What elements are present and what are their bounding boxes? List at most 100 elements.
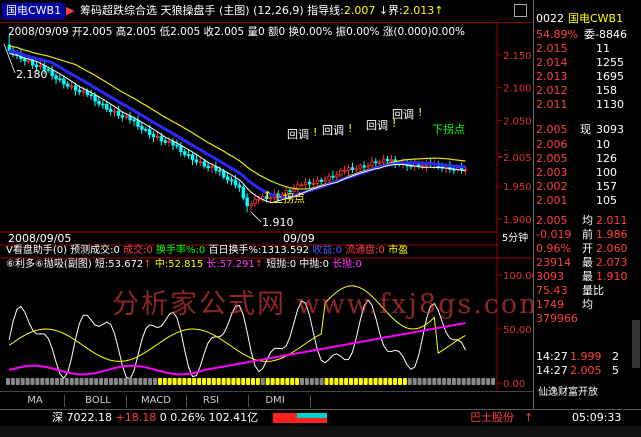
candle-body <box>194 159 199 163</box>
signal-cell <box>290 378 295 385</box>
tab-boll[interactable]: BOLL <box>78 394 118 408</box>
candle-body <box>339 169 343 176</box>
tick-price: 2.005 <box>570 364 602 377</box>
candle-body <box>206 165 210 169</box>
sub-indicator-row: ⑥利多⑥抛吸(副图) 短:53.672↑ 中:52.815 长:57.291↑ … <box>6 259 497 271</box>
signal-cell <box>182 378 187 385</box>
tab-rsi[interactable]: RSI <box>196 394 226 408</box>
candle-body <box>210 166 214 169</box>
buy-volume: 105 <box>596 194 617 207</box>
pullback-label-3: 回调 <box>366 119 388 132</box>
signal-cell <box>64 378 69 385</box>
pullback-mark-4: ! <box>418 106 422 119</box>
signal-cell <box>353 378 358 385</box>
signal-cell <box>461 378 466 385</box>
ratio-value: 54.89% <box>536 28 578 41</box>
candle-body <box>249 203 253 207</box>
stat-value: 0.96% <box>536 242 571 255</box>
footer-label: 仙逸财富开放 <box>538 387 598 398</box>
stat-value2: 2.011 <box>596 214 628 227</box>
scrollbar[interactable] <box>632 320 640 368</box>
signal-cell <box>231 378 236 385</box>
candle-body <box>81 90 86 93</box>
tab-ma[interactable]: MA <box>20 394 50 408</box>
tick-volume: 5 <box>612 364 619 377</box>
signal-cell <box>246 378 251 385</box>
stat-value: 379966 <box>536 312 578 325</box>
signal-cell <box>20 378 25 385</box>
signal-cell <box>432 378 437 385</box>
date-left: 2008/09/05 <box>8 232 71 245</box>
signal-cell <box>69 378 74 385</box>
signal-cell <box>407 378 412 385</box>
tab-separator <box>186 395 187 407</box>
buy-volume: 157 <box>596 180 617 193</box>
signal-cell <box>104 378 108 385</box>
stat-value: 23914 <box>536 256 571 269</box>
ratio-name: 委-8846 <box>584 28 627 41</box>
pe-label: 市盈 <box>388 245 409 256</box>
signal-cell <box>280 378 285 385</box>
candle-body <box>50 69 54 77</box>
signal-cell <box>349 378 353 385</box>
return-label: 收益:0 <box>312 245 342 256</box>
candle-body <box>89 94 93 96</box>
sell-volume: 11 <box>596 42 610 55</box>
candle-body <box>362 165 366 168</box>
tab-separator <box>64 395 65 407</box>
candle-body <box>233 179 238 186</box>
signal-cell <box>172 378 177 385</box>
candle-body <box>354 168 359 171</box>
scroll-stock-name[interactable]: 巴士股份 <box>470 410 514 426</box>
signal-cell <box>138 378 143 385</box>
signal-cell <box>25 378 30 385</box>
signal-cell <box>10 378 15 385</box>
short-value: 短:53.672 <box>94 259 144 270</box>
signal-cell <box>344 378 349 385</box>
period-label[interactable]: 5分钟 <box>497 232 533 245</box>
stat-value: 3093 <box>536 270 564 283</box>
stat-value: 2.005 <box>536 214 568 227</box>
candle-body <box>30 60 35 66</box>
float-label: 流通盘:0 <box>345 245 385 256</box>
index-value: 7022.18 <box>66 411 113 424</box>
low-price-label: 1.910 <box>262 216 294 229</box>
candle-body <box>389 159 394 162</box>
chart-area[interactable]: 2.1502.1002.0502.0001.9501.900 2.005 2.1… <box>0 0 533 391</box>
candle-body <box>198 161 203 164</box>
sell-price: 2.015 <box>536 42 568 55</box>
candle-body <box>66 83 70 87</box>
candle-body <box>307 181 312 185</box>
signal-cell <box>456 378 461 385</box>
turnover-label: 换手率%:0 <box>156 245 206 256</box>
tab-macd[interactable]: MACD <box>136 394 176 408</box>
signal-cell <box>270 378 275 385</box>
signal-cell <box>368 378 373 385</box>
signal-cell <box>128 378 133 385</box>
up-turn-label: 上拐点 <box>272 191 305 205</box>
signal-cell <box>388 378 393 385</box>
candle-body <box>229 179 234 182</box>
sell-price: 2.014 <box>536 56 568 69</box>
signal-cell <box>383 378 388 385</box>
stock-terminal-window: { "header": { "stock_tab": "国电CWB1", "ar… <box>0 0 641 437</box>
sub-indicator-title: ⑥利多⑥抛吸(副图) <box>6 259 92 270</box>
candle-body <box>222 170 226 178</box>
tab-separator <box>248 395 249 407</box>
signal-cell <box>285 378 290 385</box>
tab-dmi[interactable]: DMI <box>260 394 290 408</box>
signal-cell <box>412 378 417 385</box>
signal-cell <box>59 378 64 385</box>
signal-cell <box>398 378 402 385</box>
signal-cell <box>422 378 427 385</box>
up-turn-arrow: ↑ <box>263 189 272 202</box>
candle-body <box>140 125 144 130</box>
market-label: 深 <box>52 411 63 424</box>
signal-cell <box>45 378 50 385</box>
candle-body <box>62 78 66 85</box>
stat-value2: 2.060 <box>596 242 628 255</box>
candle-body <box>27 60 31 63</box>
signal-cell <box>216 378 221 385</box>
candle-body <box>331 175 335 178</box>
candle-body <box>300 184 304 187</box>
